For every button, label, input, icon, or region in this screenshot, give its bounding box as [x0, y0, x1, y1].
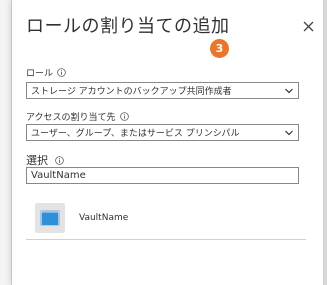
panel-title: ロールの割り当ての追加: [26, 16, 230, 37]
role-dropdown-value: ストレージ アカウントのバックアップ共同作成者: [31, 87, 232, 97]
recovery-vault-icon: [35, 202, 65, 233]
info-icon[interactable]: [55, 155, 64, 165]
list-item[interactable]: VaultName: [26, 196, 306, 240]
chevron-down-icon: [285, 88, 293, 94]
info-icon[interactable]: [57, 68, 66, 77]
result-name: VaultName: [79, 212, 129, 223]
assign-access-label-row: アクセスの割り当て先: [26, 110, 129, 123]
close-button[interactable]: [300, 18, 316, 34]
assign-access-dropdown[interactable]: ユーザー、グループ、またはサービス プリンシパル: [26, 124, 299, 141]
assign-access-dropdown-value: ユーザー、グループ、またはサービス プリンシパル: [31, 129, 240, 139]
select-search-input[interactable]: VaultName: [26, 167, 299, 184]
select-label-row: 選択: [26, 152, 64, 168]
role-dropdown[interactable]: ストレージ アカウントのバックアップ共同作成者: [26, 82, 299, 99]
add-role-assignment-panel: ロールの割り当ての追加 3 ロール ストレージ アカウントのバックアップ共同作成…: [12, 0, 324, 285]
select-label: 選択: [26, 154, 48, 167]
background-blade-edge: [0, 0, 12, 285]
role-label-row: ロール: [26, 66, 66, 79]
assign-access-label: アクセスの割り当て先: [26, 113, 116, 123]
info-icon[interactable]: [119, 112, 129, 121]
step-badge: 3: [210, 39, 229, 58]
role-label: ロール: [26, 69, 54, 79]
close-icon: [303, 21, 313, 31]
chevron-down-icon: [285, 130, 293, 136]
